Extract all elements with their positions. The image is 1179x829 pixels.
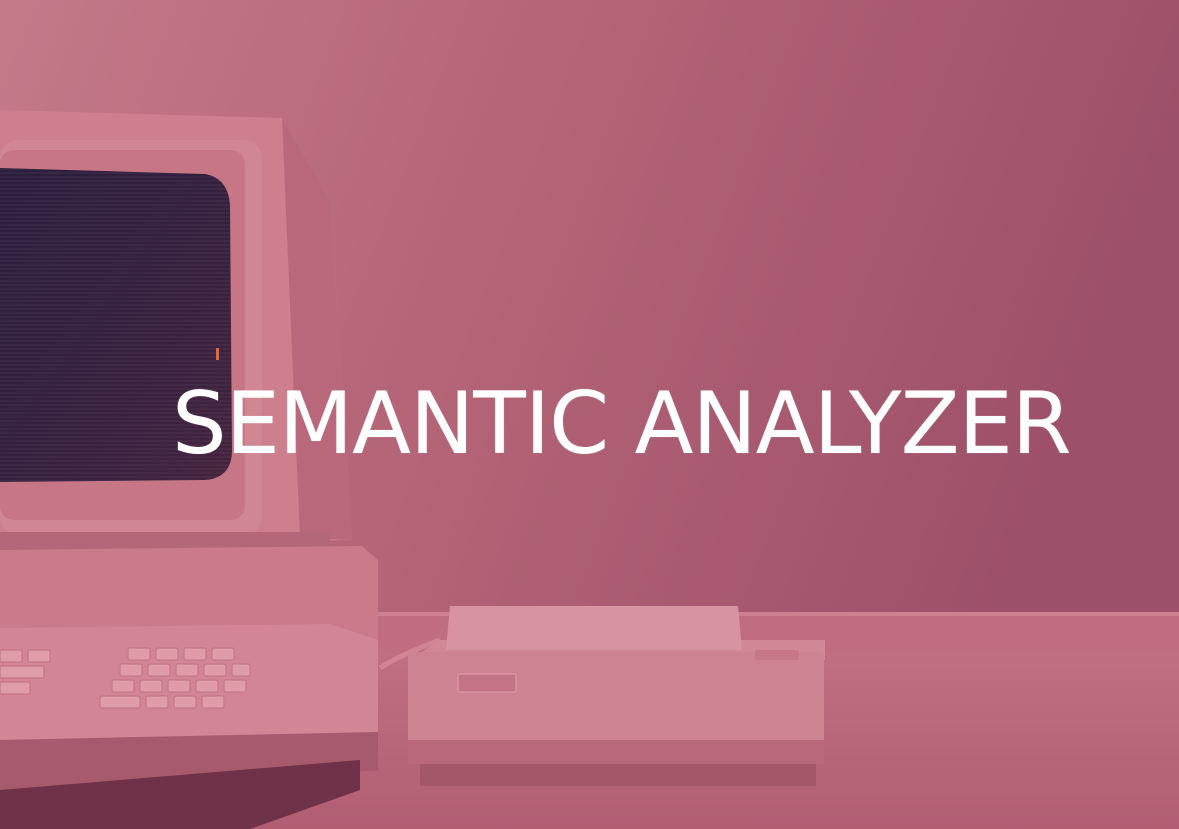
hero-banner: SEMANTIC ANALYZER [0, 0, 1179, 829]
hero-title: SEMANTIC ANALYZER [172, 374, 1072, 474]
